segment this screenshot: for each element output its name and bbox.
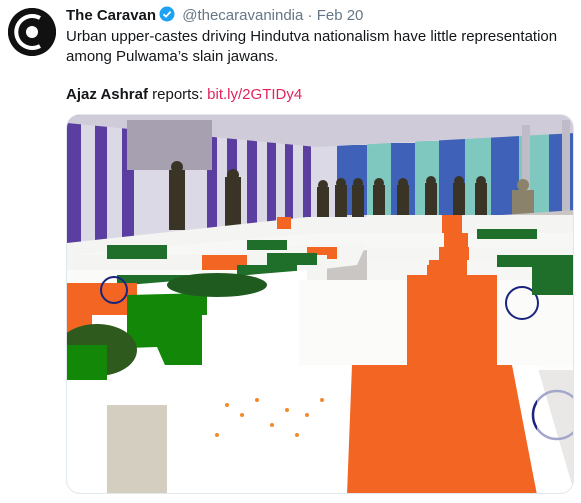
author-name[interactable]: The Caravan [66, 7, 156, 24]
tweet-photo[interactable] [66, 114, 574, 494]
tweet-date[interactable]: Feb 20 [317, 7, 364, 24]
reporter-name: Ajaz Ashraf [66, 86, 148, 103]
credit-line: Ajaz Ashraf reports: bit.ly/2GTIDy4 [66, 86, 302, 103]
author-handle[interactable]: @thecaravanindia [182, 7, 303, 24]
tweet-header: The Caravan @thecaravanindia · Feb 20 [66, 6, 363, 26]
coffins-photo [67, 115, 573, 493]
verified-badge-icon [159, 6, 175, 26]
reports-label: reports: [152, 86, 203, 103]
avatar[interactable] [8, 8, 56, 56]
tweet-text: Urban upper-castes driving Hindutva nati… [66, 28, 558, 65]
separator: · [307, 7, 313, 24]
article-link[interactable]: bit.ly/2GTIDy4 [207, 86, 302, 103]
caravan-logo-icon [8, 8, 56, 56]
